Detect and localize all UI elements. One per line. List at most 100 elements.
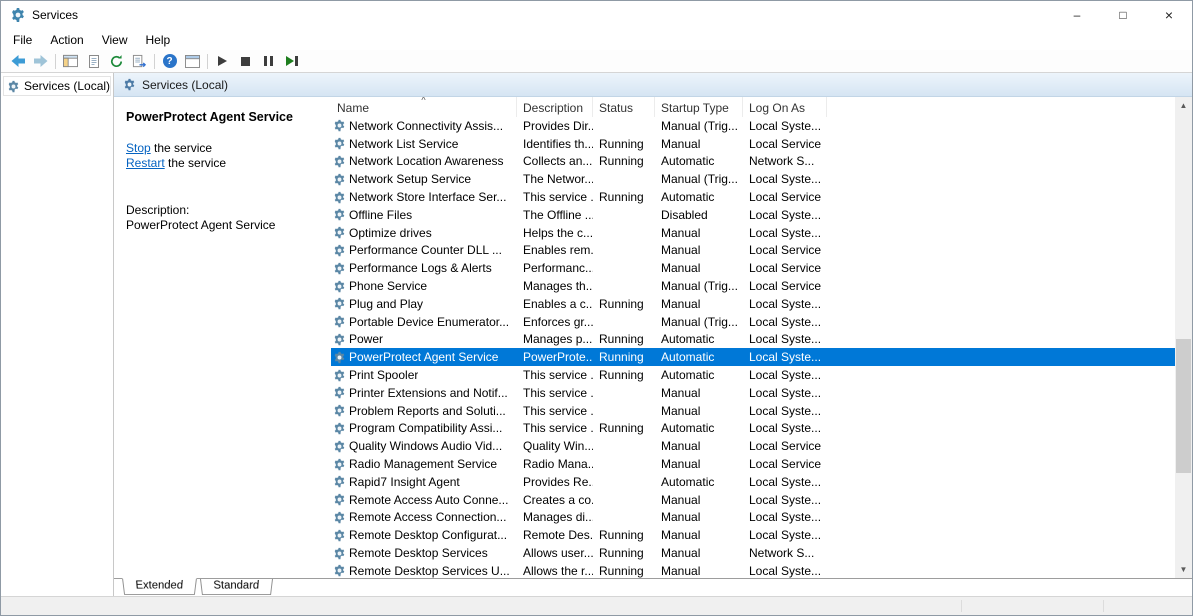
close-button[interactable]: ×	[1146, 1, 1192, 29]
start-service-button[interactable]	[211, 51, 234, 71]
service-log-on-as: Local Syste...	[743, 170, 827, 188]
column-header-status[interactable]: Status	[593, 97, 655, 117]
services-list: ^ Name Description Status Startup Type L…	[331, 97, 1175, 578]
menu-help[interactable]: Help	[137, 31, 180, 49]
service-log-on-as: Local Syste...	[743, 491, 827, 509]
scrollbar-thumb[interactable]	[1176, 339, 1191, 473]
restart-service-button[interactable]	[280, 51, 303, 71]
window-pane-button[interactable]	[181, 51, 204, 71]
refresh-button[interactable]	[105, 51, 128, 71]
service-row[interactable]: Printer Extensions and Notif... This ser…	[331, 384, 1175, 402]
service-row[interactable]: Remote Access Auto Conne... Creates a co…	[331, 491, 1175, 509]
service-log-on-as: Local Syste...	[743, 420, 827, 438]
service-name-cell: Portable Device Enumerator...	[331, 313, 517, 331]
column-header-name-label: Name	[337, 101, 369, 115]
stop-service-link[interactable]: Stop	[126, 141, 151, 155]
service-row[interactable]: Remote Access Connection... Manages di..…	[331, 509, 1175, 527]
stop-service-suffix: the service	[151, 141, 212, 155]
menu-view[interactable]: View	[93, 31, 137, 49]
service-row[interactable]: Plug and Play Enables a c... Running Man…	[331, 295, 1175, 313]
stop-service-icon	[241, 57, 250, 66]
pause-service-button[interactable]	[257, 51, 280, 71]
window-controls: – □ ×	[1054, 1, 1192, 29]
service-status: Running	[593, 526, 655, 544]
help-button[interactable]: ?	[158, 51, 181, 71]
column-header-description[interactable]: Description	[517, 97, 593, 117]
service-row[interactable]: Network Store Interface Ser... This serv…	[331, 188, 1175, 206]
column-header-log-on-as[interactable]: Log On As	[743, 97, 827, 117]
service-row[interactable]: Network List Service Identifies th... Ru…	[331, 135, 1175, 153]
service-log-on-as: Local Syste...	[743, 384, 827, 402]
service-description: Manages th...	[517, 277, 593, 295]
service-row[interactable]: Remote Desktop Services Allows user... R…	[331, 544, 1175, 562]
service-log-on-as: Local Syste...	[743, 402, 827, 420]
service-row[interactable]: Portable Device Enumerator... Enforces g…	[331, 313, 1175, 331]
service-name-cell: PowerProtect Agent Service	[331, 348, 517, 366]
service-row[interactable]: Remote Desktop Configurat... Remote Des.…	[331, 526, 1175, 544]
service-log-on-as: Local Service	[743, 188, 827, 206]
back-button[interactable]	[6, 51, 29, 71]
tab-standard[interactable]: Standard	[200, 579, 273, 595]
service-row[interactable]: Network Connectivity Assis... Provides D…	[331, 117, 1175, 135]
service-name: Plug and Play	[349, 297, 423, 311]
service-row[interactable]: PowerProtect Agent Service PowerProte...…	[331, 348, 1175, 366]
export-list-button[interactable]	[128, 51, 151, 71]
minimize-button[interactable]: –	[1054, 1, 1100, 29]
vertical-scrollbar[interactable]: ▲ ▼	[1175, 97, 1192, 578]
service-row[interactable]: Optimize drives Helps the c... Manual Lo…	[331, 224, 1175, 242]
description-label: Description:	[126, 203, 321, 218]
service-row[interactable]: Quality Windows Audio Vid... Quality Win…	[331, 437, 1175, 455]
restart-service-suffix: the service	[165, 156, 226, 170]
maximize-button[interactable]: □	[1100, 1, 1146, 29]
show-console-tree-button[interactable]	[59, 51, 82, 71]
service-log-on-as: Local Syste...	[743, 295, 827, 313]
menu-action[interactable]: Action	[41, 31, 92, 49]
service-name: Problem Reports and Soluti...	[349, 404, 506, 418]
service-row[interactable]: Rapid7 Insight Agent Provides Re... Auto…	[331, 473, 1175, 491]
properties-button[interactable]	[82, 51, 105, 71]
result-pane-body: PowerProtect Agent Service Stop the serv…	[114, 97, 1192, 578]
service-row[interactable]: Performance Logs & Alerts Performanc... …	[331, 259, 1175, 277]
service-description: This service ...	[517, 420, 593, 438]
service-row[interactable]: Problem Reports and Soluti... This servi…	[331, 402, 1175, 420]
service-description: This service ...	[517, 402, 593, 420]
service-gear-icon	[333, 369, 346, 382]
service-status: Running	[593, 188, 655, 206]
service-name-cell: Network Connectivity Assis...	[331, 117, 517, 135]
service-row[interactable]: Offline Files The Offline ... Disabled L…	[331, 206, 1175, 224]
column-header-startup-type[interactable]: Startup Type	[655, 97, 743, 117]
forward-button[interactable]	[29, 51, 52, 71]
service-name-cell: Remote Desktop Services	[331, 544, 517, 562]
tree-item-services-local[interactable]: Services (Local)	[3, 76, 111, 96]
service-name-cell: Quality Windows Audio Vid...	[331, 437, 517, 455]
service-status	[593, 277, 655, 295]
tree-services-icon	[7, 80, 20, 93]
service-row[interactable]: Remote Desktop Services U... Allows the …	[331, 562, 1175, 578]
service-row[interactable]: Radio Management Service Radio Mana... M…	[331, 455, 1175, 473]
service-row[interactable]: Network Location Awareness Collects an..…	[331, 153, 1175, 171]
restart-service-link[interactable]: Restart	[126, 156, 165, 170]
pause-service-icon	[264, 56, 273, 66]
scroll-up-button[interactable]: ▲	[1175, 97, 1192, 114]
service-row[interactable]: Print Spooler This service ... Running A…	[331, 366, 1175, 384]
scroll-down-button[interactable]: ▼	[1175, 561, 1192, 578]
banner-title: Services (Local)	[142, 78, 228, 92]
service-gear-icon	[333, 547, 346, 560]
service-startup-type: Manual	[655, 135, 743, 153]
service-row[interactable]: Phone Service Manages th... Manual (Trig…	[331, 277, 1175, 295]
service-row[interactable]: Power Manages p... Running Automatic Loc…	[331, 331, 1175, 349]
service-status: Running	[593, 295, 655, 313]
service-description: The Offline ...	[517, 206, 593, 224]
service-gear-icon	[333, 386, 346, 399]
extended-details-pane: PowerProtect Agent Service Stop the serv…	[114, 97, 331, 578]
service-row[interactable]: Program Compatibility Assi... This servi…	[331, 420, 1175, 438]
service-gear-icon	[333, 440, 346, 453]
service-row[interactable]: Performance Counter DLL ... Enables rem.…	[331, 242, 1175, 260]
toolbar: ?	[1, 50, 1192, 73]
column-header-name[interactable]: ^ Name	[331, 97, 517, 117]
tab-extended[interactable]: Extended	[122, 578, 197, 595]
service-status	[593, 259, 655, 277]
service-row[interactable]: Network Setup Service The Networ... Manu…	[331, 170, 1175, 188]
stop-service-button[interactable]	[234, 51, 257, 71]
menu-file[interactable]: File	[4, 31, 41, 49]
